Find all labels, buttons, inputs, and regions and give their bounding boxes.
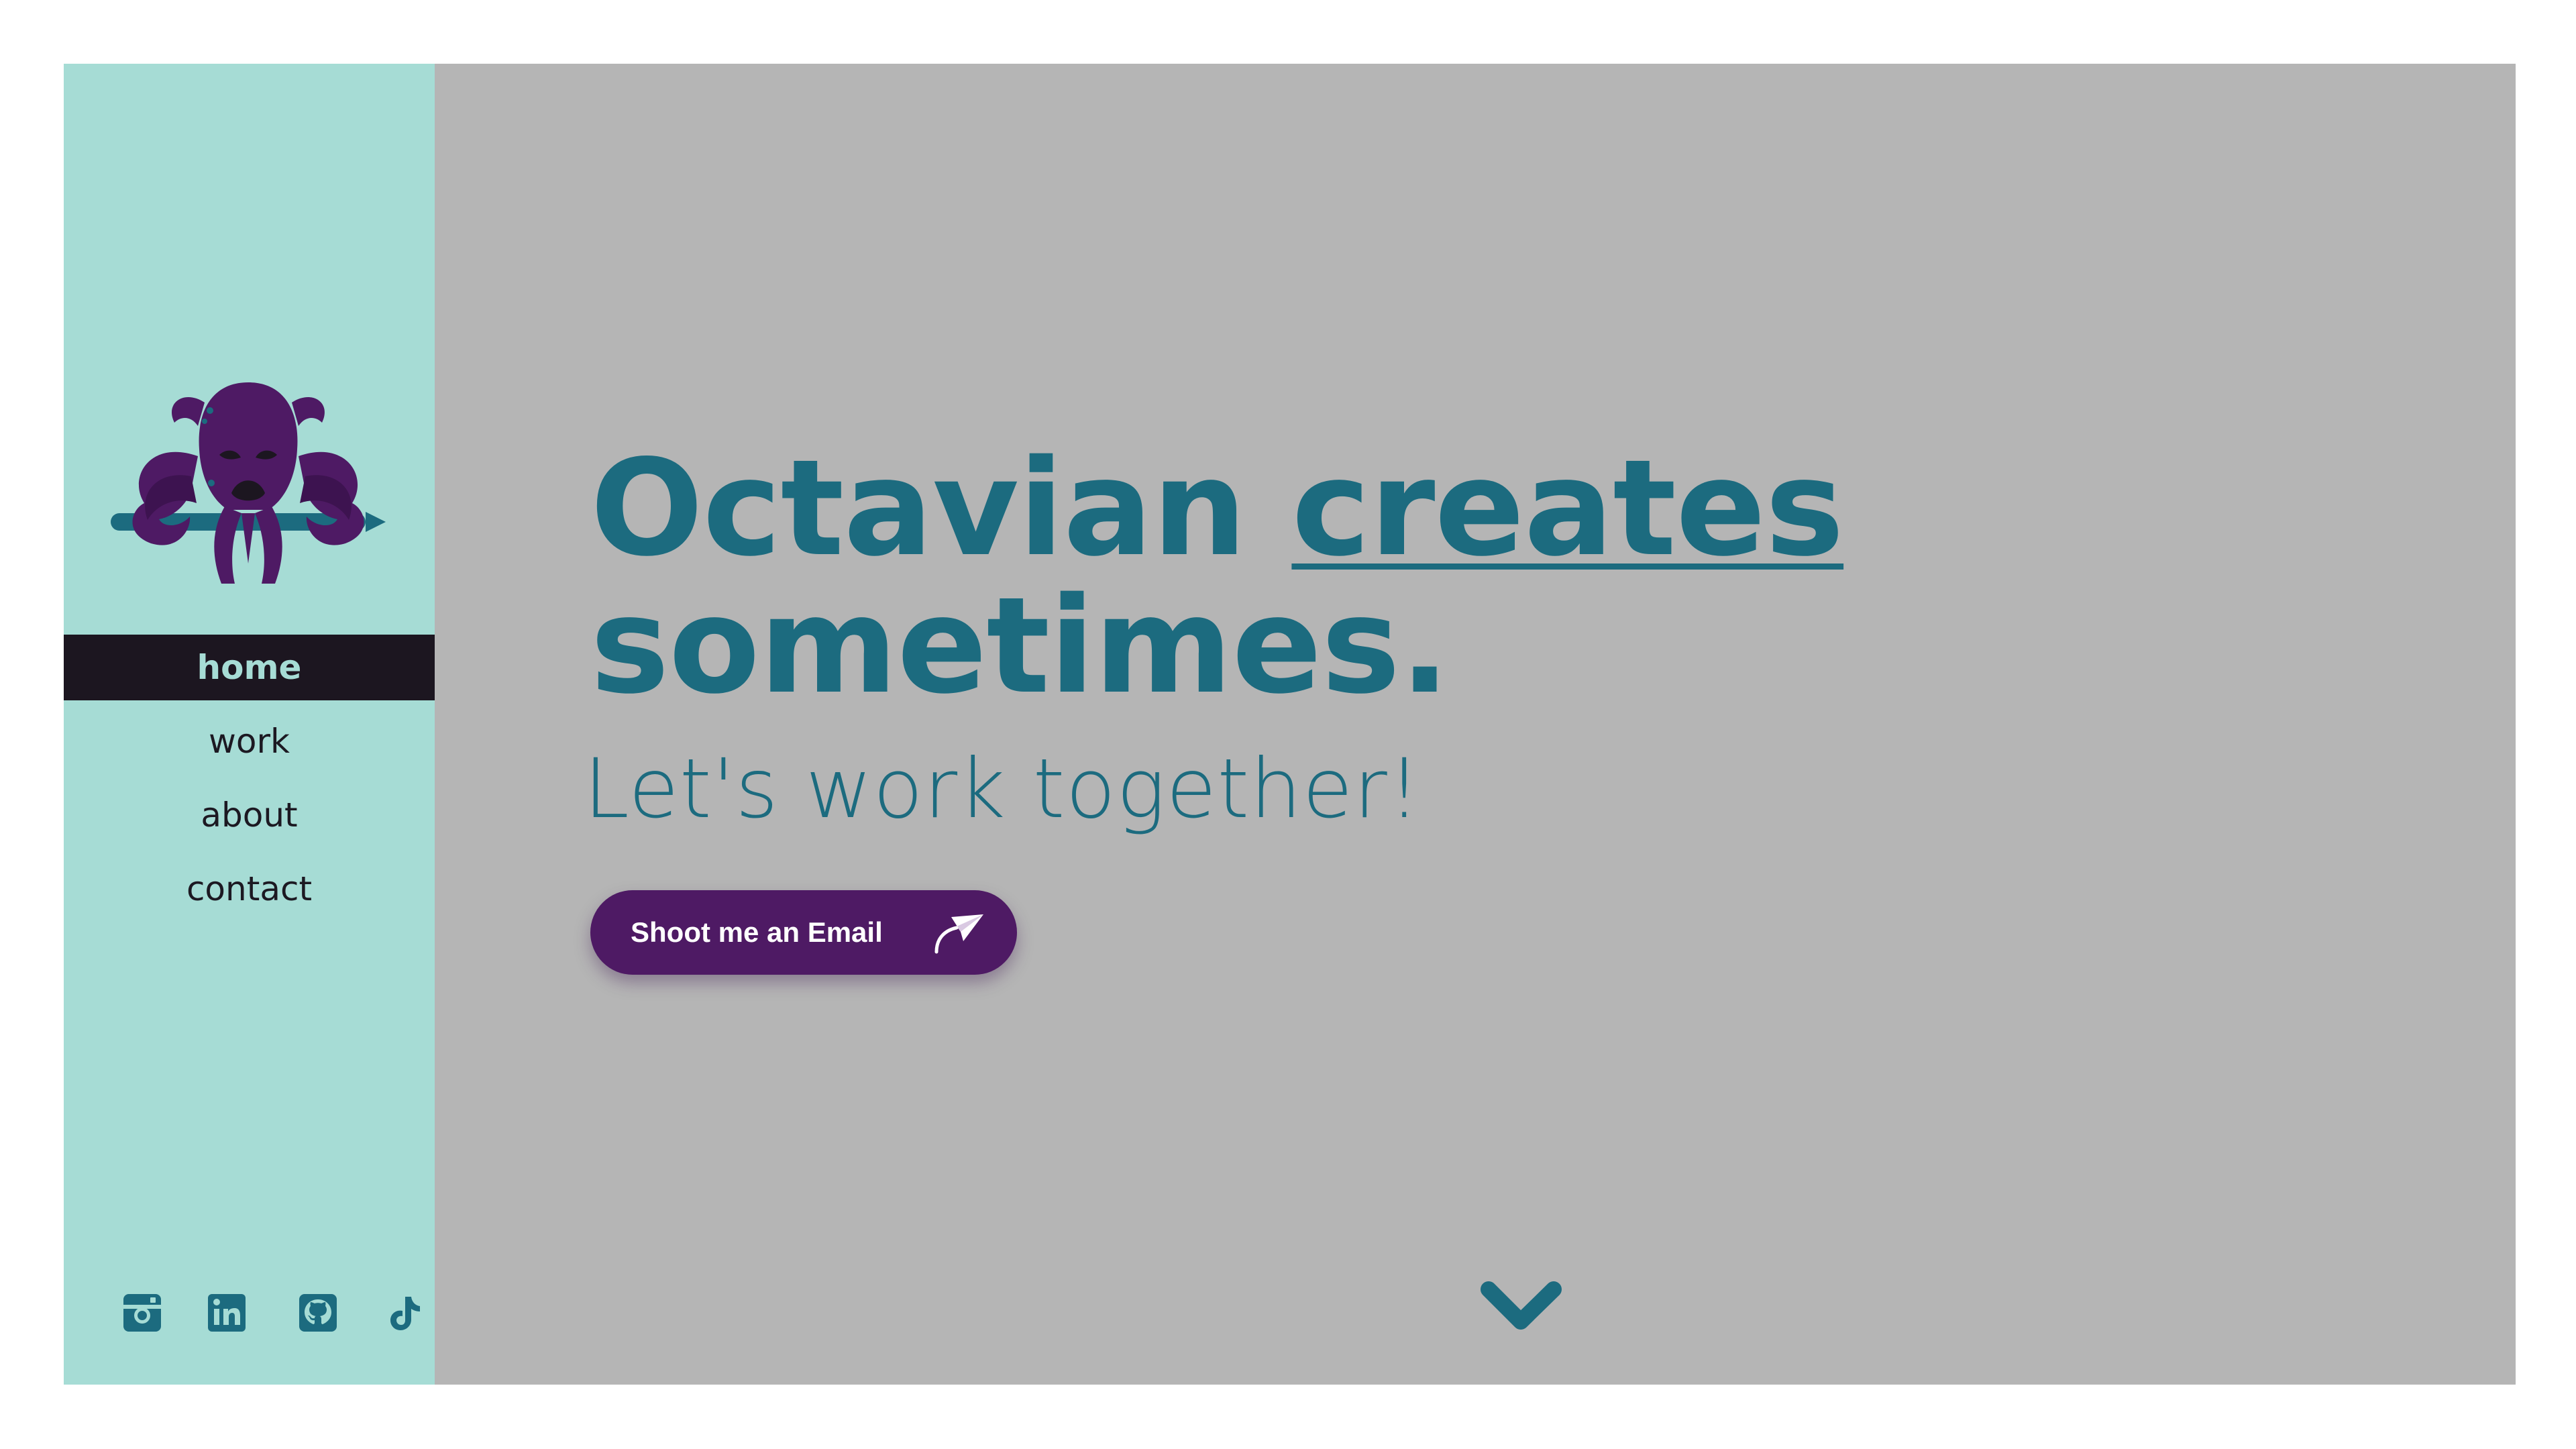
- email-button[interactable]: Shoot me an Email: [590, 890, 1017, 975]
- hero-subline: Let's work together!: [584, 741, 1421, 837]
- hero-section: Octavian creates sometimes. Let's work t…: [435, 64, 2516, 1385]
- github-icon[interactable]: [297, 1291, 339, 1334]
- hero-headline: Octavian creates sometimes.: [590, 439, 1844, 714]
- headline-ending: sometimes.: [590, 568, 1450, 723]
- chevron-down-icon[interactable]: [1479, 1280, 1563, 1337]
- nav-item-contact[interactable]: contact: [64, 856, 435, 922]
- octopus-logo-icon[interactable]: [111, 376, 386, 590]
- nav-item-home[interactable]: home: [64, 635, 435, 700]
- headline-name: Octavian: [590, 431, 1292, 586]
- headline-emphasis: creates: [1291, 431, 1844, 586]
- nav-item-work[interactable]: work: [64, 708, 435, 774]
- social-links: [94, 1291, 420, 1338]
- main-nav: home work about contact: [64, 635, 435, 922]
- page-frame: home work about contact Octavian creates…: [64, 64, 2516, 1385]
- instagram-icon[interactable]: [121, 1291, 164, 1334]
- sidebar: home work about contact: [64, 64, 435, 1385]
- nav-item-about[interactable]: about: [64, 782, 435, 848]
- paper-plane-icon: [934, 914, 983, 954]
- tiktok-icon[interactable]: [382, 1291, 425, 1334]
- email-button-label: Shoot me an Email: [631, 916, 883, 948]
- linkedin-icon[interactable]: [205, 1291, 248, 1334]
